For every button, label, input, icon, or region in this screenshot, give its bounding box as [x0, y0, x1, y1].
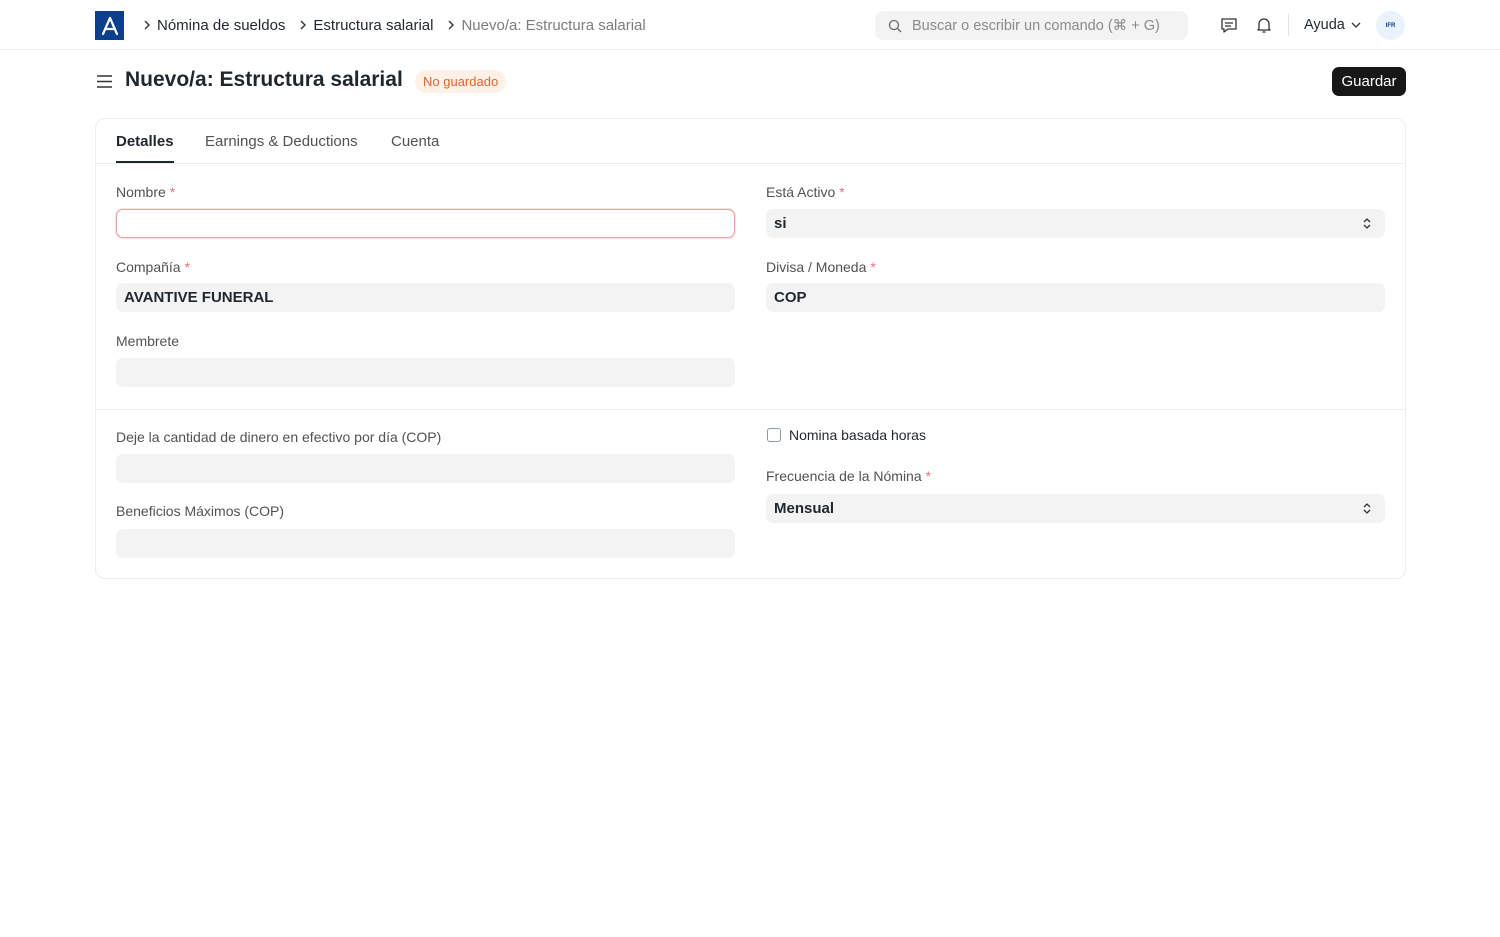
compania-value: AVANTIVE FUNERAL [124, 289, 274, 306]
nomina-horas-label: Nomina basada horas [789, 427, 926, 443]
chevron-right-icon [293, 20, 313, 30]
nombre-label: Nombre * [116, 184, 176, 200]
breadcrumb-salary-structure[interactable]: Estructura salarial [313, 17, 433, 34]
page-title: Nuevo/a: Estructura salarial [125, 68, 403, 91]
nomina-horas-checkbox[interactable] [767, 428, 781, 442]
sidebar-toggle-button[interactable] [95, 72, 113, 90]
tab-earnings-deductions[interactable]: Earnings & Deductions [205, 133, 358, 150]
esta-activo-select[interactable]: si [766, 209, 1385, 238]
chevron-right-icon [441, 20, 461, 30]
efectivo-dia-label: Deje la cantidad de dinero en efectivo p… [116, 429, 442, 445]
select-arrows-icon [1363, 218, 1371, 229]
divisa-label: Divisa / Moneda * [766, 259, 876, 275]
tab-account[interactable]: Cuenta [391, 133, 439, 150]
divisa-field[interactable]: COP [766, 283, 1385, 312]
nombre-field[interactable] [116, 209, 735, 238]
navbar-divider [1288, 14, 1289, 36]
chevron-down-icon [1351, 22, 1361, 28]
select-arrows-icon [1363, 503, 1371, 514]
breadcrumb-current: Nuevo/a: Estructura salarial [461, 16, 646, 34]
section-divider [96, 409, 1405, 410]
membrete-field[interactable] [116, 358, 735, 387]
active-tab-indicator [116, 161, 174, 163]
tab-details[interactable]: Detalles [116, 133, 174, 150]
form-card: Detalles Earnings & Deductions Cuenta No… [95, 118, 1406, 579]
search-input[interactable] [912, 17, 1182, 34]
save-button[interactable]: Guardar [1332, 67, 1406, 96]
search-bar[interactable] [875, 11, 1188, 40]
efectivo-dia-field[interactable] [116, 454, 735, 483]
search-icon [888, 19, 902, 32]
status-badge: No guardado [415, 70, 507, 93]
help-label: Ayuda [1304, 17, 1345, 33]
navbar: Nómina de sueldos Estructura salarial Nu… [0, 0, 1500, 50]
hamburger-icon [96, 74, 112, 88]
help-dropdown[interactable]: Ayuda [1304, 0, 1361, 50]
avatar[interactable]: IFR [1376, 11, 1405, 40]
app-logo[interactable] [95, 11, 124, 40]
frecuencia-value: Mensual [774, 500, 835, 517]
breadcrumb: Nómina de sueldos Estructura salarial Nu… [137, 0, 654, 50]
logo-mark-icon [101, 16, 118, 35]
compania-label: Compañía * [116, 259, 191, 275]
divisa-value: COP [774, 289, 807, 306]
frecuencia-select[interactable]: Mensual [766, 494, 1385, 523]
beneficios-max-label: Beneficios Máximos (COP) [116, 503, 285, 519]
esta-activo-label: Está Activo * [766, 184, 845, 200]
membrete-label: Membrete [116, 333, 180, 349]
compania-field[interactable]: AVANTIVE FUNERAL [116, 283, 735, 312]
esta-activo-value: si [774, 215, 787, 232]
breadcrumb-payroll[interactable]: Nómina de sueldos [157, 17, 285, 34]
chevron-right-icon [137, 20, 157, 30]
tab-bar: Detalles Earnings & Deductions Cuenta [96, 119, 1405, 164]
chat-icon[interactable] [1218, 14, 1240, 36]
beneficios-max-field[interactable] [116, 529, 735, 558]
frecuencia-label: Frecuencia de la Nómina * [766, 468, 932, 484]
bell-icon[interactable] [1253, 14, 1275, 36]
